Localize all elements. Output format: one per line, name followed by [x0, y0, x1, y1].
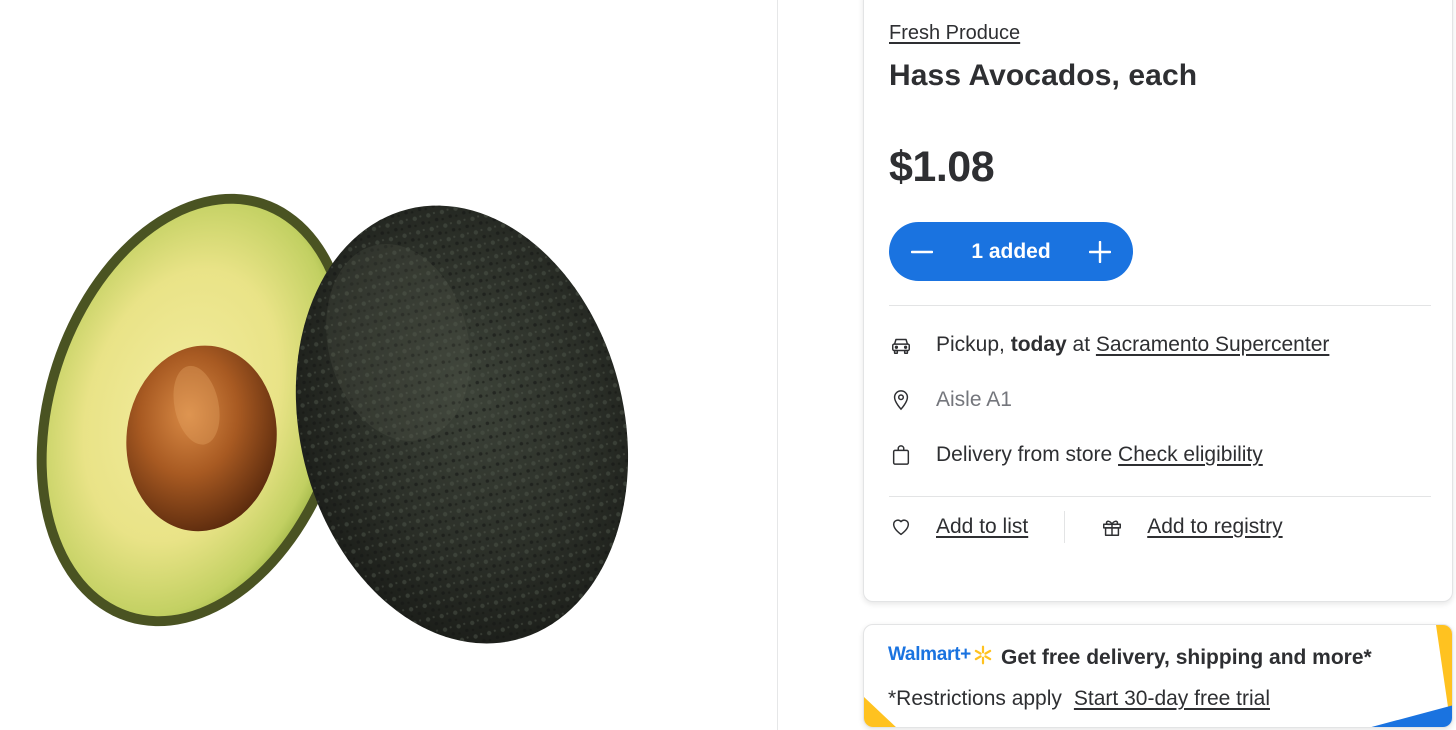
buy-box: Fresh Produce Hass Avocados, each $1.08 … — [863, 0, 1453, 602]
price: $1.08 — [889, 143, 995, 191]
actions-row: Add to list Add to registry — [889, 511, 1283, 543]
gift-icon — [1100, 515, 1124, 539]
pickup-when: today — [1010, 333, 1067, 356]
store-link[interactable]: Sacramento Supercenter — [1096, 333, 1329, 357]
pickup-row: Pickup, today at Sacramento Supercenter — [889, 333, 1329, 357]
car-icon — [889, 333, 913, 357]
panel-divider — [777, 0, 778, 730]
aisle-row: Aisle A1 — [889, 388, 1012, 412]
decrement-button[interactable] — [907, 237, 937, 267]
location-pin-icon — [889, 388, 913, 412]
breadcrumb[interactable]: Fresh Produce — [889, 22, 1020, 45]
add-to-registry-label[interactable]: Add to registry — [1147, 515, 1282, 539]
check-eligibility-link[interactable]: Check eligibility — [1118, 443, 1263, 467]
minus-icon — [911, 250, 933, 253]
promo-corner-decoration — [864, 625, 1452, 727]
promo-headline: Get free delivery, shipping and more* — [1001, 646, 1372, 669]
product-image-area — [0, 0, 777, 730]
increment-button[interactable] — [1085, 237, 1115, 267]
delivery-row: Delivery from store Check eligibility — [889, 443, 1263, 467]
plus-icon — [1088, 240, 1111, 263]
spark-icon — [974, 645, 992, 665]
delivery-text: Delivery from store — [936, 443, 1119, 466]
heart-icon — [889, 515, 913, 539]
divider — [889, 305, 1431, 306]
logo-text: Walmart+ — [888, 644, 971, 665]
divider — [889, 496, 1431, 497]
add-to-registry-button[interactable]: Add to registry — [1100, 515, 1283, 539]
add-to-list-label[interactable]: Add to list — [936, 515, 1028, 539]
product-image[interactable] — [0, 0, 777, 730]
action-separator — [1064, 511, 1066, 543]
promo-subline: *Restrictions apply Start 30-day free tr… — [888, 687, 1270, 711]
pickup-prefix: Pickup, — [936, 333, 1011, 356]
restrictions-note: *Restrictions apply — [888, 687, 1062, 710]
free-trial-link[interactable]: Start 30-day free trial — [1074, 687, 1270, 711]
walmart-plus-promo: Walmart+ Get free delivery, shipping and… — [863, 624, 1453, 728]
product-title: Hass Avocados, each — [889, 59, 1198, 92]
pickup-at: at — [1066, 333, 1096, 356]
walmart-plus-logo: Walmart+ — [888, 643, 994, 667]
add-to-list-button[interactable]: Add to list — [889, 515, 1028, 539]
quantity-label: 1 added — [971, 239, 1051, 263]
shopping-bag-icon — [889, 443, 913, 467]
quantity-stepper: 1 added — [889, 222, 1133, 281]
aisle-label: Aisle A1 — [936, 388, 1012, 411]
